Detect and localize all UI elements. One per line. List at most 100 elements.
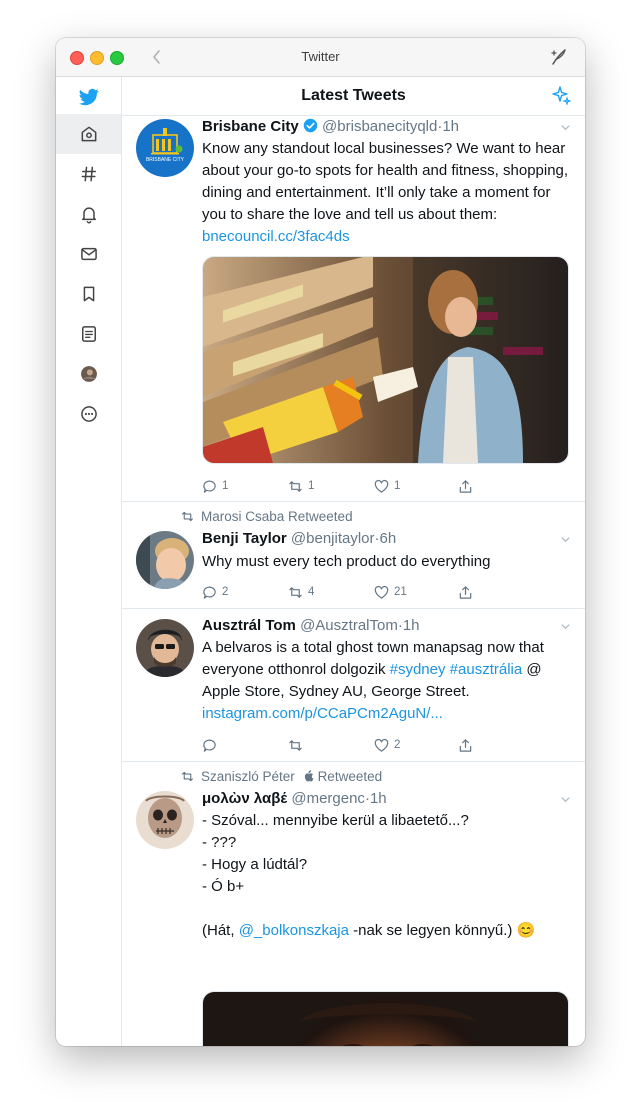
tweet-line: - Szóval... mennyibe kerül a libaetető..… xyxy=(202,812,469,829)
avatar[interactable] xyxy=(136,619,194,677)
reply-button[interactable]: 1 xyxy=(202,477,228,495)
share-icon xyxy=(459,738,472,752)
sidebar xyxy=(56,77,122,1046)
compose-tweet-icon[interactable] xyxy=(549,47,569,67)
retweet-icon xyxy=(182,771,193,782)
retweet-icon xyxy=(182,511,193,522)
tweet[interactable]: Marosi Csaba Retweeted Benji Taylor @ben… xyxy=(122,502,585,609)
like-count: 2 xyxy=(394,739,401,751)
tweet[interactable]: BRISBANE CITY Brisbane City @brisbanecit… xyxy=(122,116,585,502)
tweet-header: Ausztrál Tom @AusztralTom·1h xyxy=(202,617,561,634)
avatar[interactable] xyxy=(136,531,194,589)
sidebar-item-bookmarks[interactable] xyxy=(56,274,121,314)
list-icon xyxy=(81,326,96,342)
reply-count: 2 xyxy=(222,586,229,598)
share-icon xyxy=(459,479,472,493)
chevron-down-icon[interactable] xyxy=(560,122,571,133)
heart-icon xyxy=(374,738,389,752)
chevron-down-icon[interactable] xyxy=(560,534,571,545)
reply-count: 1 xyxy=(222,480,229,492)
reply-icon xyxy=(203,586,216,599)
retweet-button[interactable]: 1 xyxy=(288,477,314,495)
avatar xyxy=(80,366,97,382)
timeline-header: Latest Tweets xyxy=(122,77,585,116)
hashtag-icon xyxy=(81,166,96,182)
share-button[interactable] xyxy=(458,477,478,495)
more-icon xyxy=(80,406,97,422)
verified-icon xyxy=(303,118,318,133)
twitter-logo-icon[interactable] xyxy=(56,77,121,117)
hashtag[interactable]: #ausztrália xyxy=(450,661,523,678)
sidebar-item-notifications[interactable] xyxy=(56,194,121,234)
sidebar-item-explore[interactable] xyxy=(56,154,121,194)
tweet[interactable]: Szaniszló Péter Retweeted μολὼν λαβέ @me… xyxy=(122,762,585,1046)
author-handle[interactable]: @mergenc xyxy=(291,790,365,807)
tweet-time[interactable]: 1h xyxy=(403,617,420,634)
share-button[interactable] xyxy=(458,583,478,601)
retweeted-by: Szaniszló Péter Retweeted xyxy=(180,769,382,784)
reply-icon xyxy=(203,480,216,493)
bell-icon xyxy=(81,207,96,224)
sparkle-icon[interactable] xyxy=(551,85,571,105)
chevron-down-icon[interactable] xyxy=(560,621,571,632)
author-name[interactable]: Benji Taylor xyxy=(202,530,287,547)
like-button[interactable]: 2 xyxy=(374,736,400,754)
tweet-link[interactable]: instagram.com/p/CCaPCm2AguN/... xyxy=(202,705,443,722)
sidebar-item-messages[interactable] xyxy=(56,234,121,274)
tweet-header: Brisbane City @brisbanecityqld·1h xyxy=(202,118,561,135)
mention[interactable]: @_bolkonszkaja xyxy=(239,922,349,939)
avatar[interactable]: BRISBANE CITY xyxy=(136,119,194,177)
author-handle[interactable]: @AusztralTom xyxy=(300,617,398,634)
retweet-icon xyxy=(289,739,302,751)
tweet-media[interactable] xyxy=(202,256,569,464)
avatar[interactable] xyxy=(136,791,194,849)
author-handle[interactable]: @brisbanecityqld xyxy=(322,118,437,135)
retweet-button[interactable] xyxy=(288,736,308,754)
chevron-down-icon[interactable] xyxy=(560,794,571,805)
tweet-time[interactable]: 1h xyxy=(442,118,459,135)
mail-icon xyxy=(80,247,97,261)
share-button[interactable] xyxy=(458,736,478,754)
tweet-text: Why must every tech product do everythin… xyxy=(202,553,491,570)
apple-logo-icon xyxy=(304,770,314,782)
share-icon xyxy=(459,585,472,599)
tweet-line: - Ó b+ xyxy=(202,878,245,895)
app-window: Twitter Latest Tweets BRISBANE CITY Bris… xyxy=(56,38,585,1046)
reply-icon xyxy=(203,739,216,752)
bookmark-icon xyxy=(83,286,94,302)
tweet-time[interactable]: 1h xyxy=(370,790,387,807)
title-bar: Twitter xyxy=(56,38,585,77)
sidebar-item-more[interactable] xyxy=(56,394,121,434)
like-button[interactable]: 21 xyxy=(374,583,407,601)
retweet-button[interactable]: 4 xyxy=(288,583,314,601)
author-name[interactable]: Brisbane City xyxy=(202,118,299,135)
timeline: Latest Tweets BRISBANE CITY Brisbane Cit… xyxy=(122,77,585,1046)
sidebar-item-profile[interactable] xyxy=(56,354,121,394)
retweeted-by-name[interactable]: Szaniszló Péter xyxy=(201,769,295,784)
like-count: 21 xyxy=(394,586,407,598)
reply-button[interactable]: 2 xyxy=(202,583,228,601)
retweeted-by-label[interactable]: Marosi Csaba Retweeted xyxy=(201,509,353,524)
tweet-text: - Szóval... mennyibe kerül a libaetető..… xyxy=(202,810,571,942)
tweet-line: (Hát, @_bolkonszkaja -nak se legyen könn… xyxy=(202,920,571,942)
tweet-link[interactable]: bnecouncil.cc/3fac4ds xyxy=(202,228,350,245)
tweet-media[interactable] xyxy=(202,991,569,1046)
home-icon xyxy=(81,126,96,142)
retweet-count: 4 xyxy=(308,586,315,598)
author-name[interactable]: μολὼν λαβέ xyxy=(202,790,287,807)
tweet-text: Know any standout local businesses? We w… xyxy=(202,138,571,248)
author-handle[interactable]: @benjitaylor xyxy=(291,530,375,547)
author-name[interactable]: Ausztrál Tom xyxy=(202,617,296,634)
tweet-time[interactable]: 6h xyxy=(380,530,397,547)
sidebar-item-home[interactable] xyxy=(56,114,121,154)
reply-button[interactable] xyxy=(202,736,222,754)
hashtag[interactable]: #sydney xyxy=(390,661,446,678)
like-button[interactable]: 1 xyxy=(374,477,400,495)
avatar-label: BRISBANE CITY xyxy=(146,157,185,163)
retweet-icon xyxy=(289,480,302,492)
tweet[interactable]: Ausztrál Tom @AusztralTom·1h A belvaros … xyxy=(122,609,585,762)
tweet-body: Know any standout local businesses? We w… xyxy=(202,140,569,223)
sidebar-item-lists[interactable] xyxy=(56,314,121,354)
tweet-text: A belvaros is a total ghost town manapsa… xyxy=(202,637,571,725)
page-title: Latest Tweets xyxy=(301,87,406,104)
